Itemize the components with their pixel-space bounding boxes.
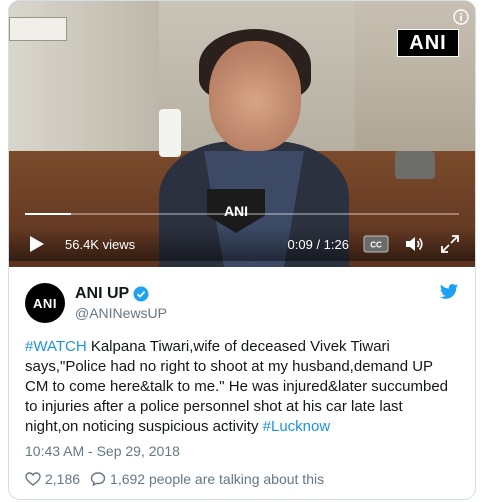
talking-about[interactable]: 1,692 people are talking about this (110, 471, 324, 487)
tweet-card: ANI ANI 56.4K views 0:09 / 1:26 CC ANI A… (8, 0, 476, 500)
view-count: 56.4K views (65, 236, 136, 252)
video-progress-fill (25, 213, 71, 215)
tweet-author[interactable]: ANI ANI UP @ANINewsUP (25, 279, 459, 327)
volume-icon[interactable] (403, 233, 425, 255)
display-name-text[interactable]: ANI UP (75, 285, 129, 303)
handle[interactable]: @ANINewsUP (75, 305, 167, 321)
video-frame-object (395, 151, 435, 179)
like-count[interactable]: 2,186 (45, 471, 80, 487)
avatar[interactable]: ANI (25, 283, 65, 323)
video-controls: 56.4K views 0:09 / 1:26 CC (9, 227, 475, 261)
reply-bubble-icon[interactable] (90, 471, 106, 487)
video-frame-person-face (209, 41, 301, 151)
display-name[interactable]: ANI UP (75, 285, 167, 303)
tweet-body: ANI ANI UP @ANINewsUP #WATCH Kalpana Tiw… (9, 267, 475, 487)
hashtag-lucknow[interactable]: #Lucknow (263, 418, 331, 435)
play-icon[interactable] (25, 233, 47, 255)
cc-icon[interactable]: CC (363, 235, 389, 253)
cc-label: CC (370, 241, 382, 250)
channel-watermark: ANI (397, 29, 459, 57)
heart-icon[interactable] (25, 471, 41, 487)
tweet-actions: 2,186 1,692 people are talking about thi… (25, 471, 459, 487)
video-player[interactable]: ANI ANI 56.4K views 0:09 / 1:26 CC (9, 1, 475, 267)
hashtag-watch[interactable]: #WATCH (25, 338, 87, 355)
tweet-timestamp[interactable]: 10:43 AM - Sep 29, 2018 (25, 443, 459, 459)
author-names: ANI UP @ANINewsUP (75, 285, 167, 321)
verified-badge-icon (133, 286, 149, 302)
twitter-bird-icon[interactable] (439, 283, 459, 301)
video-progress-bar[interactable] (25, 213, 459, 215)
tweet-text-body: Kalpana Tiwari,wife of deceased Vivek Ti… (25, 338, 453, 435)
video-frame-bottle (159, 109, 181, 157)
video-frame-switch-panel (9, 17, 67, 41)
expand-icon[interactable] (439, 233, 461, 255)
info-icon[interactable] (453, 9, 469, 25)
tweet-text: #WATCH Kalpana Tiwari,wife of deceased V… (25, 337, 459, 437)
video-time: 0:09 / 1:26 (287, 236, 349, 252)
